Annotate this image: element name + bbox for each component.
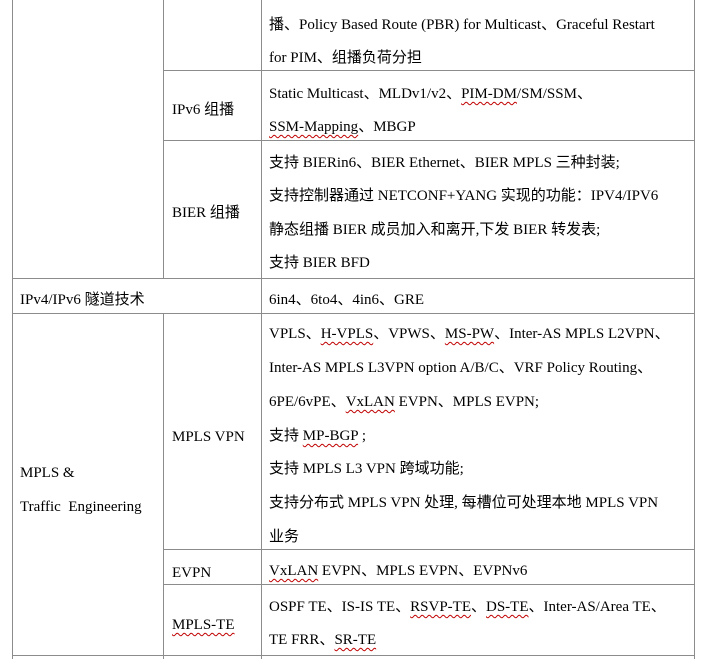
feature-line: 6PE/6vPE、VxLAN EVPN、MPLS EVPN; [269, 393, 539, 411]
row-divider [163, 70, 694, 71]
feature-line: OSPF TE、IS-IS TE、RSVP-TE、DS-TE、Inter-AS/… [269, 598, 666, 616]
feature-line: 支持 BIER BFD [269, 255, 370, 271]
feature-line: 支持分布式 MPLS VPN 处理, 每槽位可处理本地 MPLS VPN [269, 495, 659, 511]
spellcheck-word: VxLAN [269, 563, 319, 579]
row-divider [12, 655, 694, 656]
spellcheck-word: MPLS-TE [172, 617, 235, 633]
spellcheck-word: MP-BGP [302, 428, 359, 444]
feature-segment: 、VPWS、 [373, 326, 445, 342]
spellcheck-word: DS-TE [486, 599, 529, 615]
feature-segment: OSPF TE、IS-IS TE、 [269, 599, 411, 615]
spellcheck-word: SSM-Mapping [269, 119, 359, 135]
category-label: MPLS & [20, 465, 75, 481]
feature-segment: 6PE/6vPE、 [269, 394, 346, 410]
feature-line: VxLAN EVPN、MPLS EVPN、EVPNv6 [269, 562, 527, 580]
feature-segment: Static Multicast、MLDv1/v2、 [269, 86, 462, 102]
row-divider [163, 584, 694, 585]
category-label: IPv4/IPv6 隧道技术 [20, 292, 145, 308]
feature-segment: ; [358, 428, 366, 444]
feature-line: 播、Policy Based Route (PBR) for Multicast… [269, 17, 655, 33]
subcategory-label: MPLS VPN [172, 429, 245, 445]
feature-line: 业务 [269, 529, 300, 545]
spellcheck-word: MS-PW [444, 326, 495, 342]
category-label: Traffic Engineering [20, 499, 142, 515]
spellcheck-word: H-VPLS [320, 326, 374, 342]
spellcheck-word: SR-TE [334, 632, 377, 648]
feature-line: VPLS、H-VPLS、VPWS、MS-PW、Inter-AS MPLS L2V… [269, 325, 670, 343]
spellcheck-word: VxLAN [345, 394, 395, 410]
feature-line: Inter-AS MPLS L3VPN option A/B/C、VRF Pol… [269, 360, 653, 376]
feature-line: 支持 MP-BGP ; [269, 427, 366, 445]
feature-segment: EVPN、MPLS EVPN; [394, 394, 540, 410]
feature-segment: /SM/SSM、 [516, 86, 592, 102]
feature-segment: 、Inter-AS/Area TE、 [528, 599, 666, 615]
subcategory-label: IPv6 组播 [172, 102, 235, 118]
feature-segment: 、Inter-AS MPLS L2VPN、 [494, 326, 670, 342]
col-separator-feature [261, 0, 262, 659]
feature-line: TE FRR、SR-TE [269, 631, 376, 649]
subcategory-label: BIER 组播 [172, 205, 240, 221]
feature-line: 支持 MPLS L3 VPN 跨域功能; [269, 461, 464, 477]
row-divider [12, 313, 694, 314]
feature-line: 支持 BIERin6、BIER Ethernet、BIER MPLS 三种封装; [269, 155, 620, 171]
row-divider [163, 549, 694, 550]
row-divider [12, 278, 694, 279]
spellcheck-word: PIM-DM [461, 86, 517, 102]
feature-line: for PIM、组播负荷分担 [269, 50, 422, 66]
col-separator-sub [163, 0, 164, 278]
subcategory-label: EVPN [172, 565, 212, 581]
spellcheck-word: RSVP-TE [410, 599, 471, 615]
feature-line: 支持控制器通过 NETCONF+YANG 实现的功能：IPV4/IPV6 [269, 188, 659, 204]
feature-line: Static Multicast、MLDv1/v2、PIM-DM/SM/SSM、 [269, 85, 592, 103]
subcategory-label: MPLS-TE [172, 616, 235, 634]
feature-segment: 支持 [269, 428, 303, 444]
document-page: 播、Policy Based Route (PBR) for Multicast… [0, 0, 702, 659]
feature-segment: TE FRR、 [269, 632, 335, 648]
feature-line: SSM-Mapping、MBGP [269, 118, 416, 136]
feature-segment: VPLS、 [269, 326, 321, 342]
col-separator-sub [163, 313, 164, 659]
row-divider [163, 140, 694, 141]
feature-line: 静态组播 BIER 成员加入和离开,下发 BIER 转发表; [269, 222, 601, 238]
table-border-left [12, 0, 13, 659]
table-border-right [694, 0, 695, 659]
feature-line: 6in4、6to4、4in6、GRE [269, 292, 425, 308]
feature-segment: EVPN、MPLS EVPN、EVPNv6 [318, 563, 528, 579]
feature-segment: 、 [470, 599, 486, 615]
feature-segment: 、MBGP [358, 119, 416, 135]
